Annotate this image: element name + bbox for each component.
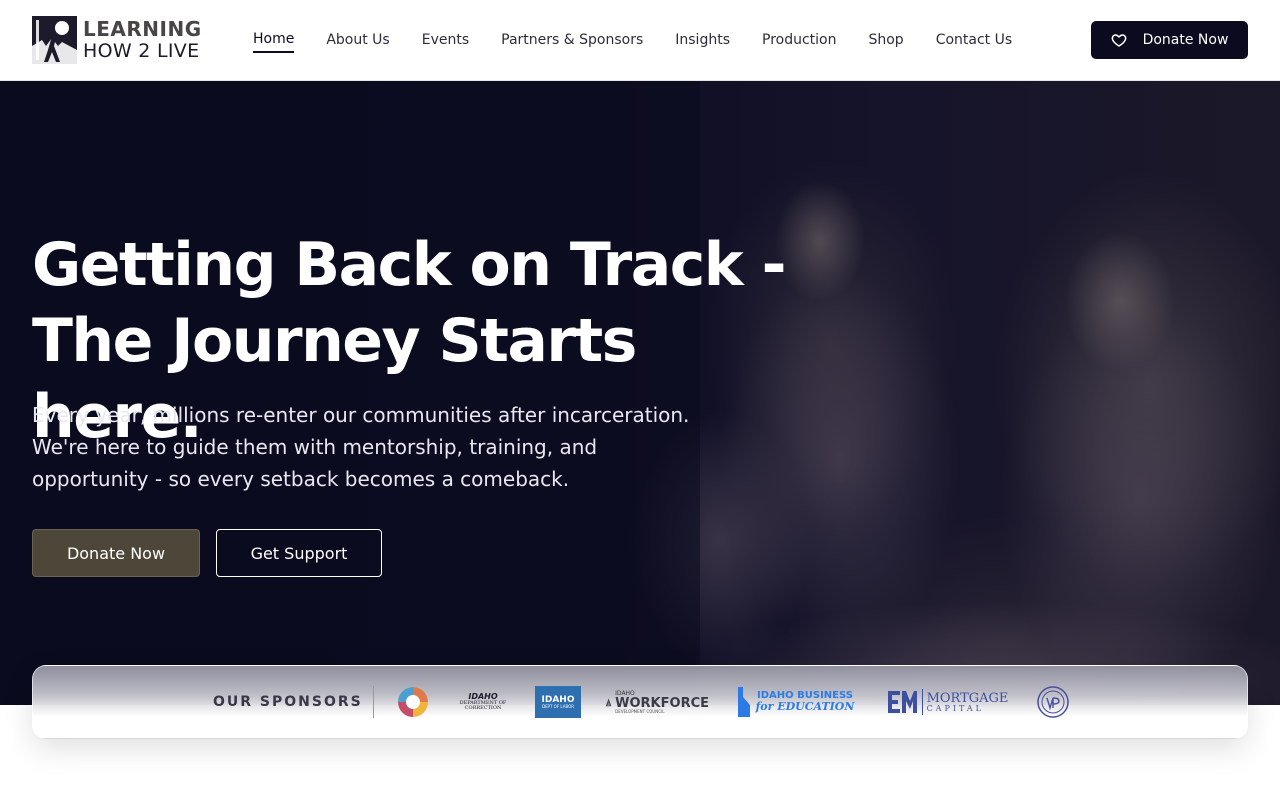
logo-figure-icon: [32, 16, 77, 64]
ibe-text-2: for EDUCATION: [755, 700, 855, 714]
idol-text-2: DEPT OF LABOR: [541, 703, 575, 709]
site-logo[interactable]: LEARNING HOW 2 LIVE: [32, 16, 204, 64]
hero-subtitle: Every year, millions re-enter our commun…: [32, 403, 690, 491]
workforce-text-3: DEVELOPMENT COUNCIL: [615, 708, 665, 714]
nav-about-us[interactable]: About Us: [326, 28, 389, 52]
logo-subtitle: HOW 2 LIVE: [83, 40, 200, 62]
circle-emblem-logo[interactable]: [395, 686, 431, 718]
nav-shop[interactable]: Shop: [868, 28, 903, 52]
sponsors-label: OUR SPONSORS: [213, 694, 363, 710]
mortgage-text-1: MORTGAGE: [926, 690, 1009, 706]
site-header: LEARNING HOW 2 LIVE Home About Us Events…: [0, 0, 1280, 81]
workforce-text-2: WORKFORCE: [615, 695, 709, 711]
donate-now-header-button[interactable]: Donate Now: [1091, 21, 1248, 59]
nav-insights[interactable]: Insights: [675, 28, 730, 52]
nav-production[interactable]: Production: [762, 28, 836, 52]
idaho-department-of-correction-logo[interactable]: IDAHO DEPARTMENT OF CORRECTION: [453, 686, 513, 718]
main-nav: Home About Us Events Partners & Sponsors…: [253, 0, 1044, 80]
idaho-department-of-labor-logo[interactable]: IDAHO DEPT OF LABOR: [535, 686, 581, 718]
hero-title-line-1: Getting Back on Track -: [32, 230, 787, 300]
idaho-workforce-development-council-logo[interactable]: IDAHO WORKFORCE DEVELOPMENT COUNCIL: [605, 686, 709, 718]
logo-title: LEARNING: [83, 17, 202, 41]
idaho-business-for-education-logo[interactable]: IDAHO BUSINESS for EDUCATION: [733, 686, 857, 718]
nav-home[interactable]: Home: [253, 27, 295, 53]
mortgage-text-2: CAPITAL: [926, 703, 984, 713]
donate-now-header-label: Donate Now: [1142, 32, 1229, 48]
donate-now-button[interactable]: Donate Now: [32, 529, 200, 577]
nav-events[interactable]: Events: [422, 28, 469, 52]
heart-icon: [1111, 32, 1127, 48]
sponsors-bar: OUR SPONSORS IDAHO DEPARTMENT OF CORRECT…: [32, 665, 1248, 739]
hero-section: Getting Back on Track - The Journey Star…: [0, 81, 1280, 705]
seal-logo[interactable]: [1035, 686, 1071, 718]
get-support-button[interactable]: Get Support: [216, 529, 382, 577]
idoc-text-3: CORRECTION: [464, 705, 502, 711]
sponsors-divider: [373, 686, 374, 718]
nav-contact-us[interactable]: Contact Us: [936, 28, 1012, 52]
mortgage-capital-logo[interactable]: MORTGAGE CAPITAL: [879, 686, 1015, 718]
nav-partners-sponsors[interactable]: Partners & Sponsors: [501, 28, 643, 52]
